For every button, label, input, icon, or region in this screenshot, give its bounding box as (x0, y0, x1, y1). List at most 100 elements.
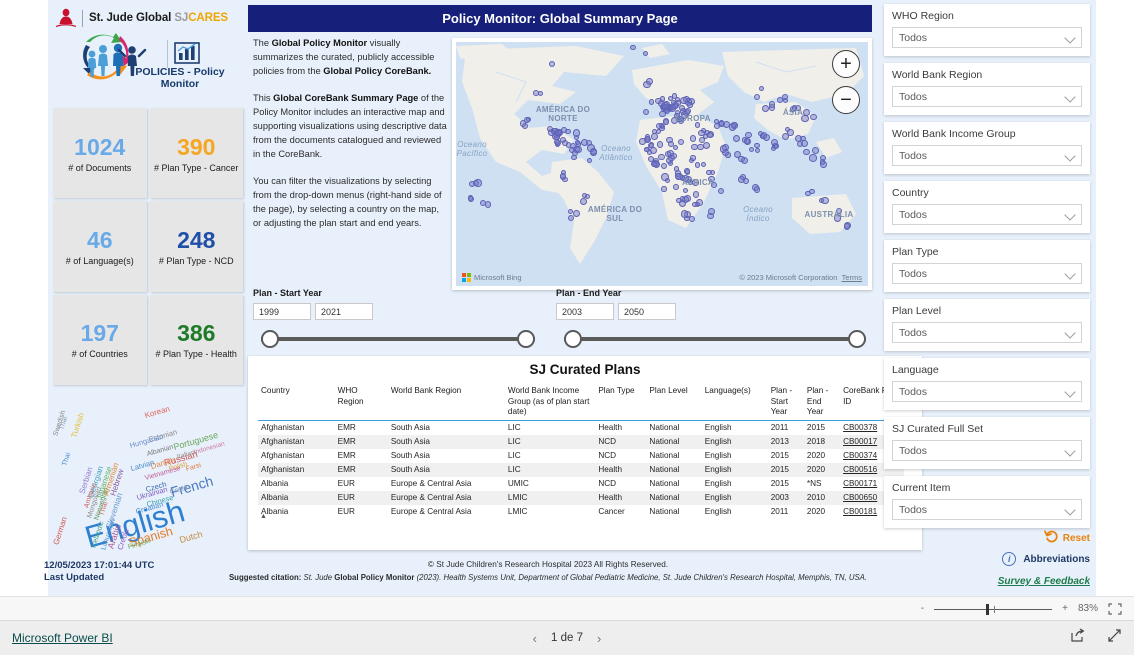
corebank-file-id-link[interactable]: CB00171 (843, 479, 877, 488)
kpi-card[interactable]: 248 # Plan Type - NCD (149, 201, 243, 292)
zoom-in-icon[interactable]: + (832, 50, 860, 78)
map-data-bubble[interactable] (661, 186, 667, 192)
wordcloud-word[interactable]: Thai (61, 452, 72, 467)
map-data-bubble[interactable] (681, 210, 689, 218)
chevron-left-icon[interactable]: ‹ (533, 631, 537, 646)
table-row[interactable]: Afghanistan EMR South Asia LIC Health Nationa… (258, 462, 904, 477)
sort-ascending-icon[interactable]: ▲ (260, 513, 267, 520)
filter-dropdown-plan-level[interactable]: Todos (892, 322, 1082, 343)
map-data-bubble[interactable] (660, 162, 667, 170)
plan-end-year-max-input[interactable]: 2050 (618, 303, 676, 320)
table-column-header[interactable]: Plan Level (646, 382, 701, 420)
plan-start-year-track[interactable] (253, 330, 543, 348)
map-data-bubble[interactable] (474, 179, 482, 187)
map-data-bubble[interactable] (700, 162, 706, 168)
corebank-file-id-link[interactable]: CB00378 (843, 423, 877, 432)
map-data-bubble[interactable] (559, 173, 567, 180)
survey-feedback-link[interactable]: Survey & Feedback (998, 576, 1090, 587)
zoom-slider[interactable] (934, 603, 1053, 615)
filter-dropdown-current-item[interactable]: Todos (892, 499, 1082, 520)
map-data-bubble[interactable] (537, 90, 543, 96)
plan-start-year-max-input[interactable]: 2021 (315, 303, 373, 320)
wordcloud-word[interactable]: Korean (144, 404, 171, 420)
table-column-header[interactable]: Language(s) (702, 382, 768, 420)
wordcloud-word[interactable]: Farsi (185, 462, 202, 473)
map-data-bubble[interactable] (732, 134, 740, 142)
zoom-out-button[interactable]: - (921, 603, 924, 614)
map-data-bubble[interactable] (561, 140, 568, 147)
plan-start-year-slicer[interactable]: Plan - Start Year 1999 2021 (253, 288, 543, 348)
map-data-bubble[interactable] (642, 108, 649, 115)
kpi-card[interactable]: 1024 # of Documents (53, 108, 147, 199)
table-row[interactable]: Afghanistan EMR South Asia LIC Health Nationa… (258, 420, 904, 435)
plan-end-year-track[interactable] (556, 330, 874, 348)
map-data-bubble[interactable] (692, 191, 699, 198)
table-row[interactable]: Albania EUR Europe & Central Asia UMIC NCD Na… (258, 477, 904, 491)
plan-end-year-slicer[interactable]: Plan - End Year 2003 2050 (556, 288, 874, 348)
language-wordcloud[interactable]: English French Spanish Portuguese Russian Dut… (53, 392, 249, 552)
map-data-bubble[interactable] (787, 129, 794, 136)
map-data-bubble[interactable] (658, 153, 665, 161)
table-column-header[interactable]: World Bank Region (388, 382, 505, 420)
corebank-file-id-link[interactable]: CB00181 (843, 507, 877, 516)
corebank-file-id-link[interactable]: CB00017 (843, 437, 877, 446)
map-data-bubble[interactable] (690, 155, 696, 161)
kpi-card[interactable]: 46 # of Language(s) (53, 201, 147, 292)
map-data-bubble[interactable] (651, 133, 658, 140)
table-row[interactable]: Afghanistan EMR South Asia LIC NCD National En… (258, 434, 904, 449)
map-data-bubble[interactable] (648, 142, 654, 149)
map-data-bubble[interactable] (580, 197, 588, 205)
map-data-bubble[interactable] (731, 122, 738, 130)
wordcloud-word[interactable]: German (53, 516, 69, 546)
reset-button[interactable]: Reset (884, 530, 1090, 546)
kpi-card[interactable]: 390 # Plan Type - Cancer (149, 108, 243, 199)
table-row[interactable]: Albania EUR Europe & Central Asia LMIC Healt… (258, 490, 904, 505)
plan-start-year-right-handle[interactable] (517, 330, 535, 348)
share-icon[interactable] (1070, 628, 1085, 648)
map-data-bubble[interactable] (753, 186, 761, 193)
map-data-bubble[interactable] (743, 138, 750, 144)
map-canvas[interactable]: AMÉRICA DO NORTE AMÉRICA DO SUL EUROPA ÁFRI… (456, 42, 868, 286)
filter-dropdown-world-bank-region[interactable]: Todos (892, 86, 1082, 107)
map-data-bubble[interactable] (567, 215, 574, 222)
kpi-card[interactable]: 386 # Plan Type - Health (149, 294, 243, 385)
fullscreen-icon[interactable] (1107, 628, 1122, 648)
map-data-bubble[interactable] (661, 173, 669, 181)
abbreviations-button[interactable]: i Abbreviations (884, 552, 1090, 566)
chevron-right-icon[interactable]: › (597, 631, 601, 646)
zoom-in-button[interactable]: + (1062, 603, 1068, 614)
table-column-header[interactable]: Plan - End Year (804, 382, 840, 420)
plan-start-year-min-input[interactable]: 1999 (253, 303, 311, 320)
map-data-bubble[interactable] (649, 99, 655, 105)
map-data-bubble[interactable] (819, 159, 826, 165)
zoom-out-icon[interactable]: − (832, 86, 860, 114)
fit-to-page-icon[interactable] (1108, 602, 1122, 615)
corebank-file-id-link[interactable]: CB00374 (843, 451, 877, 460)
kpi-card[interactable]: 197 # of Countries (53, 294, 147, 385)
map-data-bubble[interactable] (691, 143, 698, 150)
map-data-bubble[interactable] (782, 97, 789, 104)
filter-dropdown-sj-curated-full-set[interactable]: Todos (892, 440, 1082, 461)
table-column-header[interactable]: Plan Type (595, 382, 646, 420)
map-data-bubble[interactable] (744, 131, 752, 139)
corebank-file-id-link[interactable]: CB00650 (843, 493, 877, 502)
world-map-visual[interactable]: AMÉRICA DO NORTE AMÉRICA DO SUL EUROPA ÁFRI… (452, 38, 872, 290)
map-data-bubble[interactable] (656, 141, 664, 148)
sj-curated-plans-table[interactable]: SJ Curated Plans Country WHO Region World … (248, 356, 922, 550)
map-data-bubble[interactable] (479, 199, 486, 206)
filter-dropdown-country[interactable]: Todos (892, 204, 1082, 225)
plan-end-year-min-input[interactable]: 2003 (556, 303, 614, 320)
map-data-bubble[interactable] (696, 199, 703, 206)
filter-dropdown-language[interactable]: Todos (892, 381, 1082, 402)
filter-dropdown-plan-type[interactable]: Todos (892, 263, 1082, 284)
map-data-bubble[interactable] (687, 102, 693, 108)
table-column-header[interactable]: Country (258, 382, 335, 420)
table-row[interactable]: Afghanistan EMR South Asia LIC NCD National En… (258, 449, 904, 463)
map-data-bubble[interactable] (546, 125, 554, 132)
plan-end-year-right-handle[interactable] (848, 330, 866, 348)
map-data-bubble[interactable] (810, 114, 817, 121)
plan-start-year-left-handle[interactable] (261, 330, 279, 348)
wordcloud-word[interactable]: Dutch (178, 529, 203, 545)
map-data-bubble[interactable] (573, 209, 581, 217)
map-data-bubble[interactable] (762, 105, 770, 112)
